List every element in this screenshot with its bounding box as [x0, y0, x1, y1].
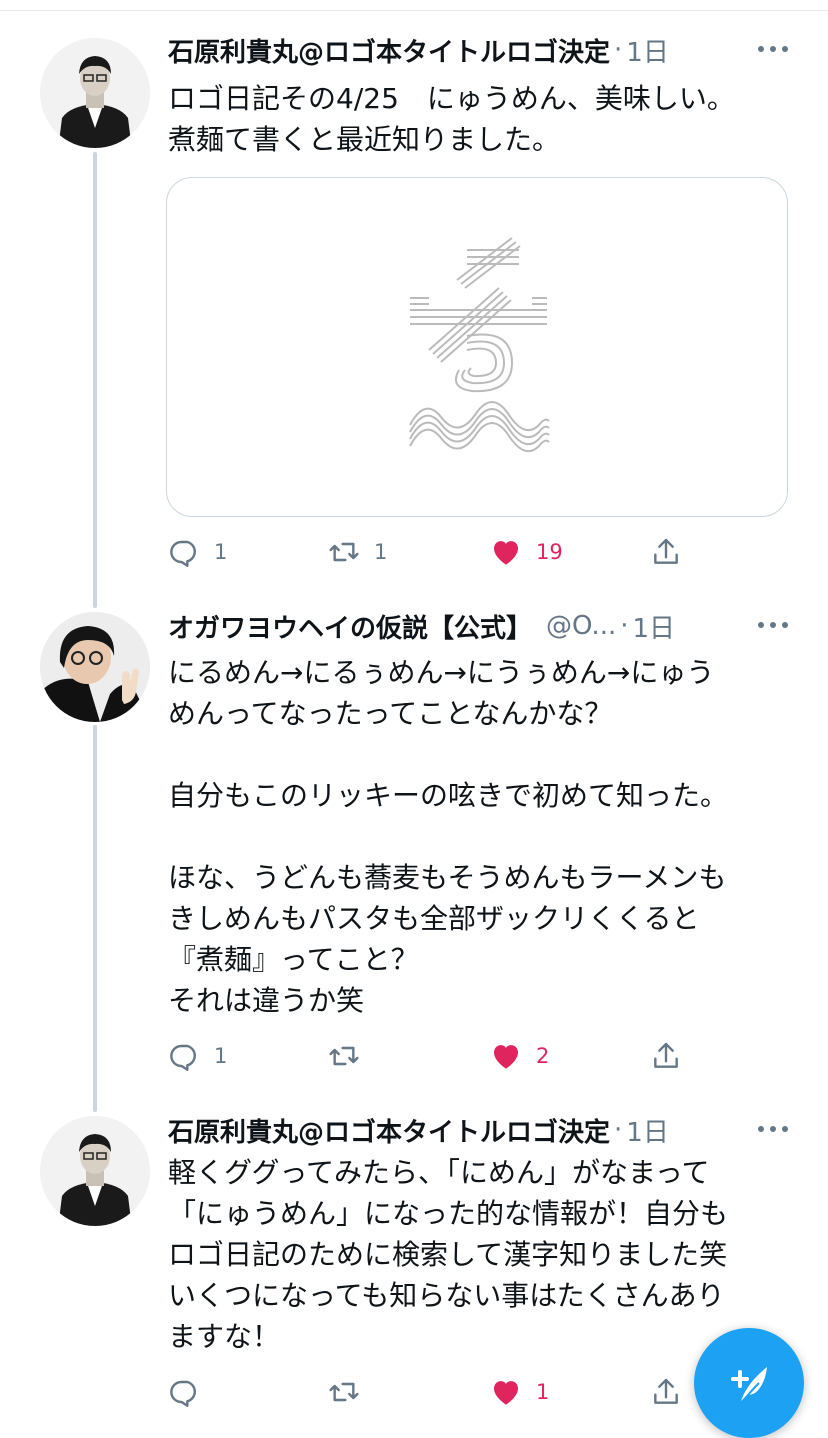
reply-icon: [170, 1044, 196, 1071]
tweet-text: にるめん→にるぅめん→にうぅめん→にゅう めんってなったってことなんかな？ 自分…: [168, 656, 729, 1017]
like-count: 19: [536, 540, 563, 564]
retweet-icon: [329, 542, 359, 562]
more-options-icon[interactable]: [758, 610, 788, 640]
reply-button[interactable]: 1: [168, 532, 227, 572]
reply-icon: [170, 1380, 196, 1407]
share-button[interactable]: [650, 1372, 682, 1412]
timestamp[interactable]: 1日: [626, 32, 669, 69]
compose-tweet-button[interactable]: [694, 1328, 804, 1438]
retweet-button[interactable]: [328, 1372, 374, 1412]
like-button[interactable]: 1: [490, 1372, 549, 1412]
separator-dot: ·: [614, 1115, 623, 1145]
tweet-actions: 1: [168, 1372, 728, 1412]
display-name[interactable]: オガワヨウヘイの仮説【公式】: [168, 608, 532, 645]
thread-connector: [93, 152, 97, 608]
heart-icon: [494, 1381, 518, 1405]
share-button[interactable]: [650, 1036, 682, 1076]
separator-dot: ·: [614, 35, 623, 65]
tweet-header: 石原利貴丸@ロゴ本タイトルロゴ決定 · 1日: [168, 28, 828, 72]
display-name[interactable]: 石原利貴丸@ロゴ本タイトルロゴ決定: [168, 1112, 610, 1149]
top-divider: [0, 10, 828, 11]
like-count: 2: [536, 1044, 550, 1068]
like-button[interactable]: 19: [490, 532, 563, 572]
share-button[interactable]: [650, 532, 682, 572]
retweet-button[interactable]: [328, 1036, 374, 1076]
like-count: 1: [536, 1380, 550, 1404]
user-handle[interactable]: @O...: [546, 611, 616, 641]
tweet-header: 石原利貴丸@ロゴ本タイトルロゴ決定 · 1日: [168, 1108, 828, 1152]
feather-plus-icon: [731, 1367, 767, 1402]
tweet-text: 軽くググってみたら、「にめん」がなまって 「にゅうめん」になった的な情報が！自分…: [168, 1156, 729, 1353]
reply-button[interactable]: [168, 1372, 214, 1412]
reply-count: 1: [214, 1044, 228, 1068]
heart-icon: [494, 1045, 518, 1069]
reply-icon: [170, 540, 196, 567]
reply-button[interactable]: 1: [168, 1036, 227, 1076]
avatar[interactable]: [40, 1116, 150, 1226]
retweet-icon: [329, 1046, 359, 1066]
retweet-button[interactable]: 1: [328, 532, 387, 572]
separator-dot: ·: [620, 611, 629, 641]
avatar[interactable]: [40, 612, 150, 722]
share-icon: [654, 538, 678, 564]
timestamp[interactable]: 1日: [626, 1112, 669, 1149]
more-options-icon[interactable]: [758, 1114, 788, 1144]
tweet-header: オガワヨウヘイの仮説【公式】 @O... · 1日: [168, 604, 828, 648]
tweet-text: ロゴ日記その4/25 にゅうめん、美味しい。 煮麺て書くと最近知りました。: [168, 82, 735, 156]
thread-connector: [93, 725, 97, 1112]
tweet-actions: 1 1 19: [168, 532, 728, 572]
like-button[interactable]: 2: [490, 1036, 549, 1076]
share-icon: [654, 1042, 678, 1068]
share-icon: [654, 1378, 678, 1404]
retweet-count: 1: [374, 540, 388, 564]
retweet-icon: [329, 1382, 359, 1402]
ni-kanji-logo-image: [409, 237, 550, 453]
tweet-media-image[interactable]: [166, 177, 788, 517]
avatar[interactable]: [40, 38, 150, 148]
display-name[interactable]: 石原利貴丸@ロゴ本タイトルロゴ決定: [168, 32, 610, 69]
more-options-icon[interactable]: [758, 34, 788, 64]
timestamp[interactable]: 1日: [633, 608, 676, 645]
reply-count: 1: [214, 540, 228, 564]
heart-icon: [494, 541, 518, 565]
tweet-actions: 1 2: [168, 1036, 728, 1076]
